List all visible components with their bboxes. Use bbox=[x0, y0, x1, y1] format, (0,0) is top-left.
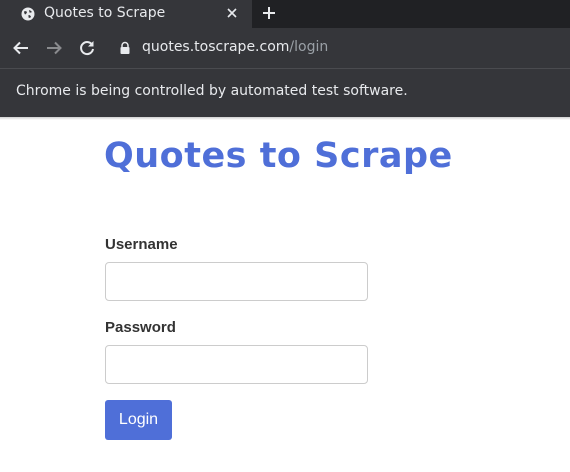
username-field[interactable] bbox=[105, 262, 368, 301]
new-tab-icon[interactable] bbox=[261, 5, 277, 21]
browser-tab-strip: Quotes to Scrape bbox=[0, 0, 570, 28]
password-label: Password bbox=[105, 319, 176, 336]
globe-icon bbox=[21, 7, 35, 21]
page-title[interactable]: Quotes to Scrape bbox=[104, 136, 453, 176]
password-field[interactable] bbox=[105, 345, 368, 384]
automation-infobar: Chrome is being controlled by automated … bbox=[0, 68, 570, 117]
address-bar[interactable]: quotes.toscrape.com/login bbox=[142, 39, 328, 55]
login-button[interactable]: Login bbox=[105, 400, 172, 440]
content-divider bbox=[0, 117, 570, 120]
username-label: Username bbox=[105, 236, 178, 253]
browser-toolbar: quotes.toscrape.com/login bbox=[0, 28, 570, 68]
back-arrow-icon[interactable] bbox=[12, 39, 30, 57]
forward-arrow-icon[interactable] bbox=[45, 39, 63, 57]
infobar-message: Chrome is being controlled by automated … bbox=[16, 83, 408, 99]
reload-icon[interactable] bbox=[78, 39, 96, 57]
close-icon[interactable] bbox=[225, 6, 239, 20]
url-host: quotes.toscrape.com bbox=[142, 39, 290, 55]
url-path: /login bbox=[289, 39, 329, 55]
browser-tab[interactable]: Quotes to Scrape bbox=[0, 0, 252, 28]
tab-title: Quotes to Scrape bbox=[44, 5, 166, 21]
lock-icon[interactable] bbox=[119, 41, 131, 55]
